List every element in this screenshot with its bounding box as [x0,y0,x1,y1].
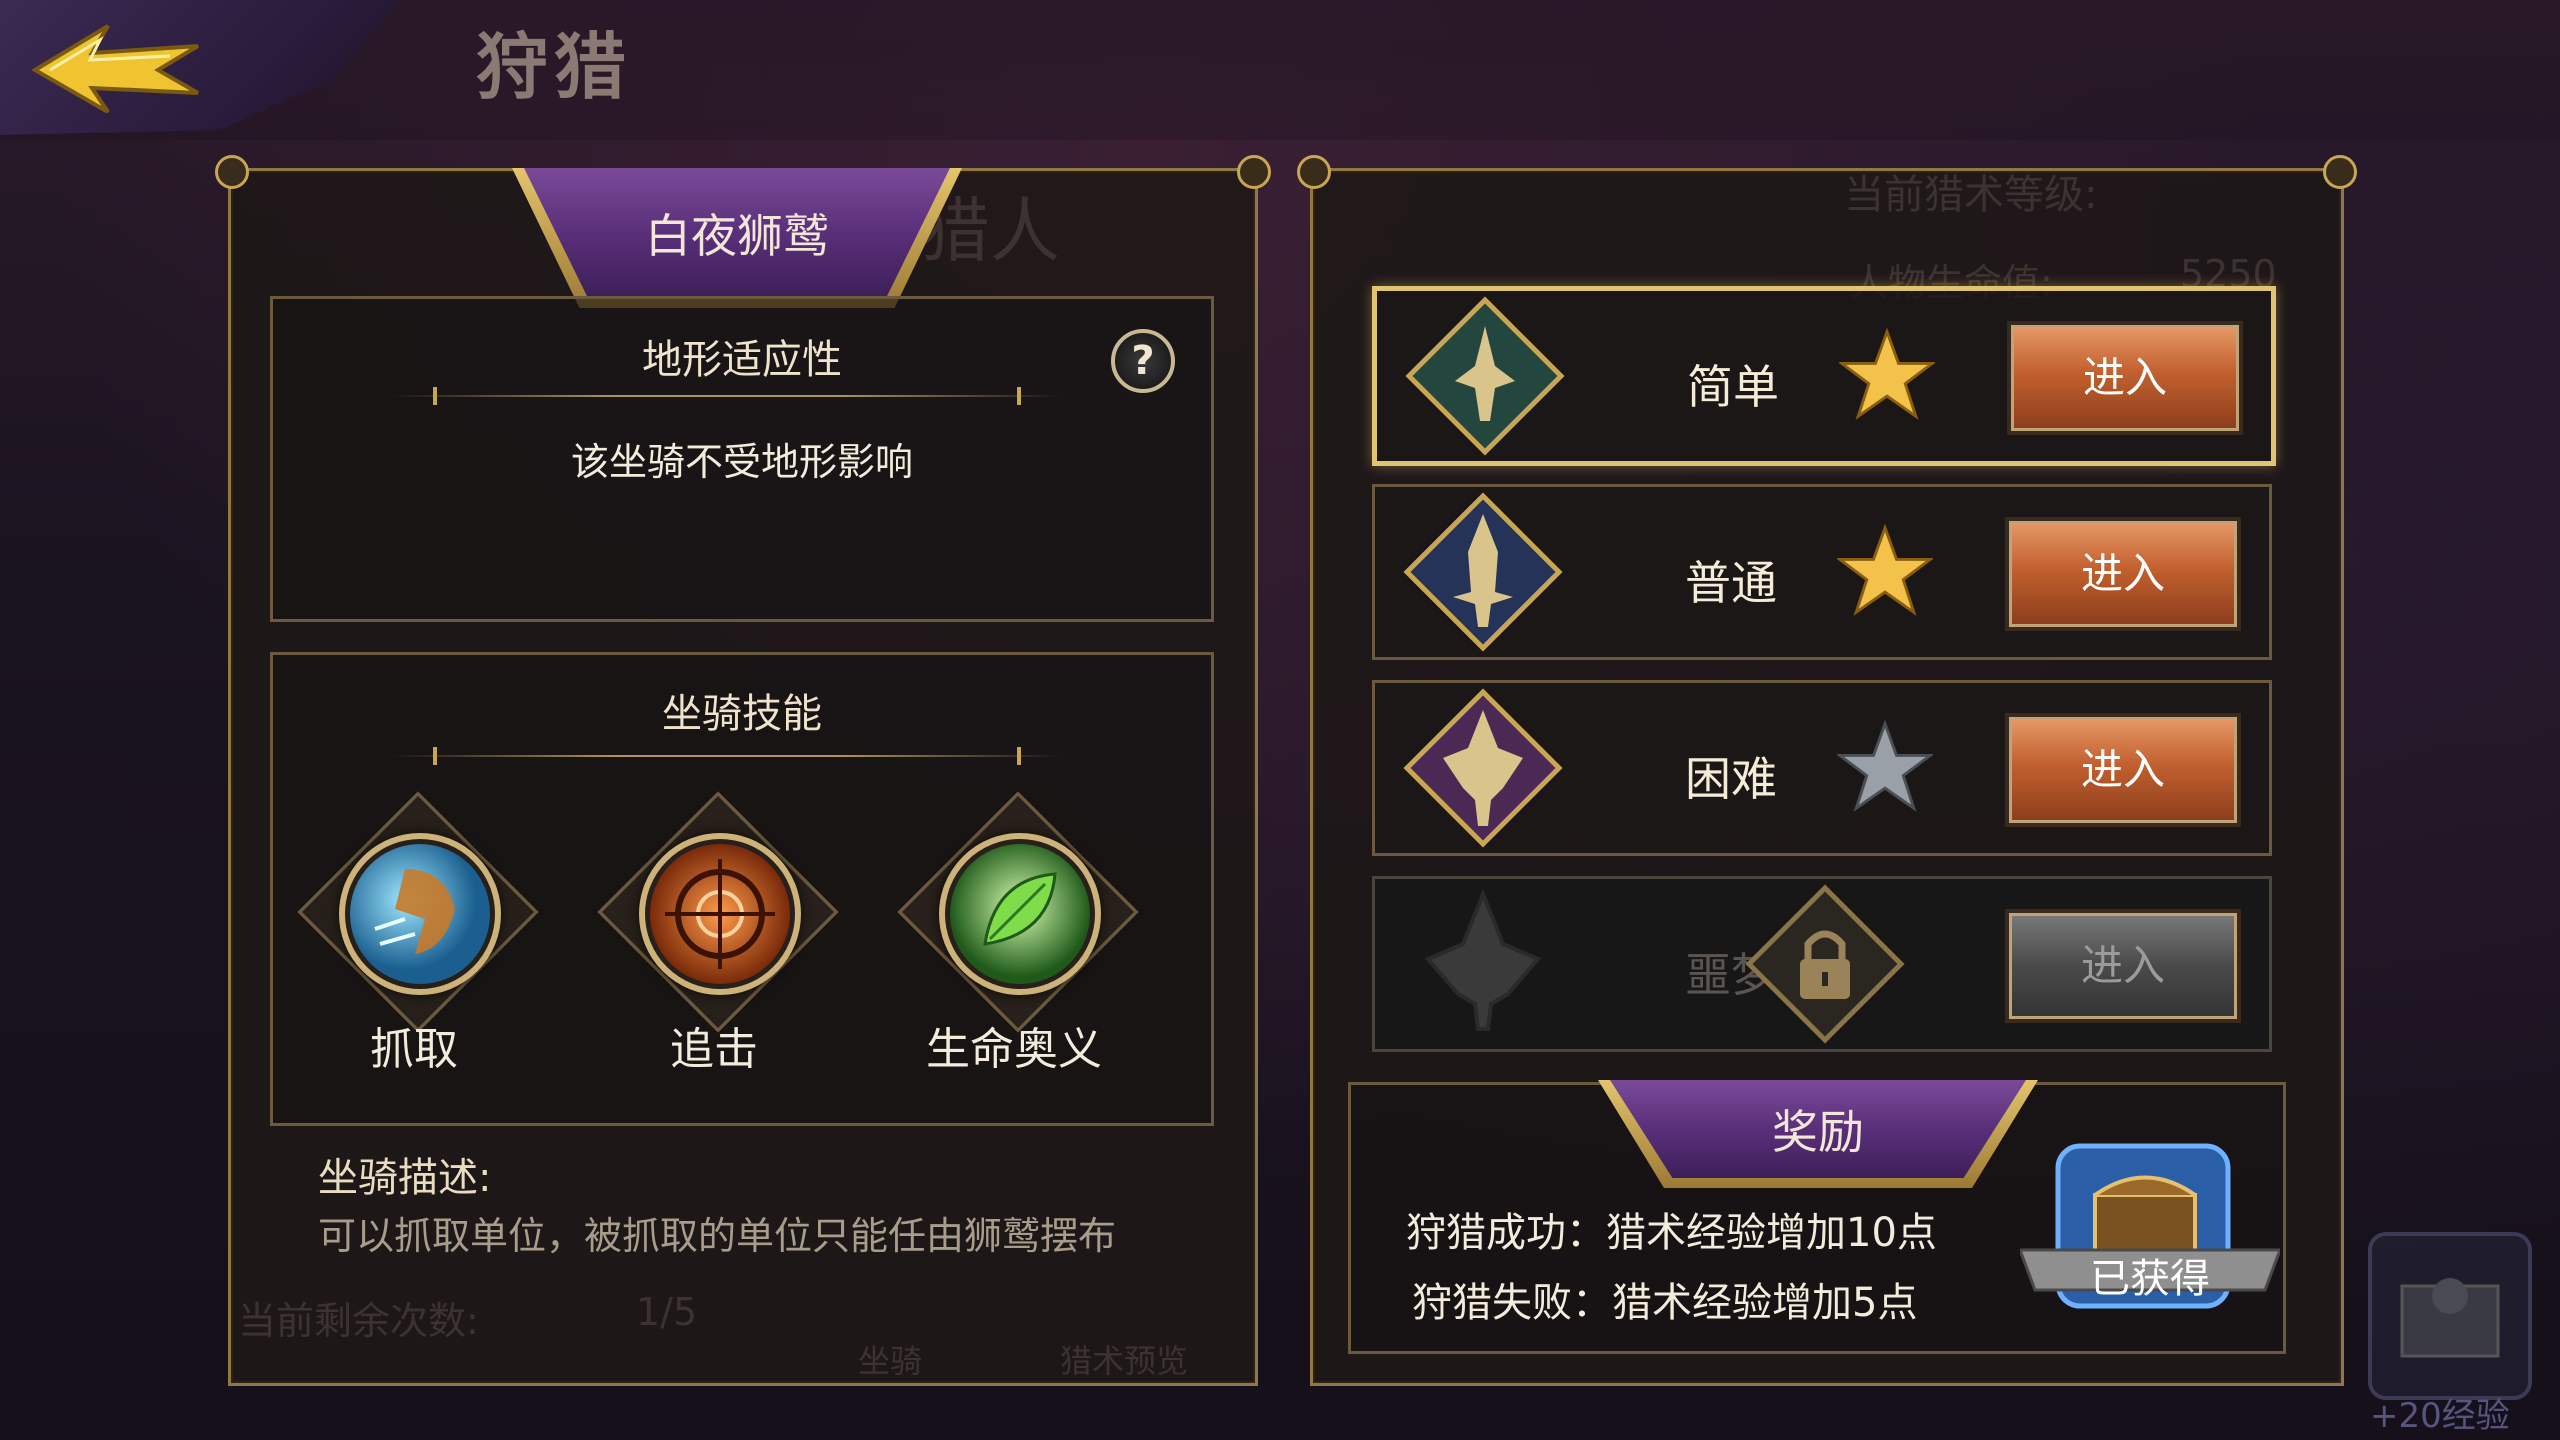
top-bar [0,0,2560,140]
divider [393,387,1061,405]
gold-star-icon [1839,327,1935,420]
description-title: 坐骑描述: [318,1155,492,1201]
hard-emblem-icon [1403,688,1563,848]
difficulty-row-nightmare: 噩梦 进入 [1372,876,2272,1052]
enter-button[interactable]: 进入 [2007,321,2243,435]
corner-ornament [2323,155,2357,189]
skill-label: 追击 [670,1024,758,1075]
difficulty-row-normal[interactable]: 普通 进入 [1372,484,2272,660]
lock-icon [1745,884,1905,1044]
description-text: 可以抓取单位，被抓取的单位只能任由狮鹫摆布 [318,1214,1117,1258]
tab-hunt-preview[interactable]: 猎术预览 [1060,1336,1188,1382]
corner-ornament [1237,155,1271,189]
gold-star-icon [1837,523,1933,616]
mount-name: 白夜狮鹫 [645,209,829,263]
corner-ornament [1297,155,1331,189]
difficulty-row-easy[interactable]: 简单 进入 [1372,286,2276,466]
nightmare-emblem-icon [1424,888,1542,1031]
skill-grab[interactable]: 抓取 [294,791,539,1075]
difficulty-label: 普通 [1685,556,1777,610]
divider [393,747,1061,765]
corner-item-frame[interactable] [2368,1232,2532,1400]
enter-button-disabled: 进入 [2005,909,2241,1023]
bg-hunt-level: 当前猎术等级: [1844,172,2098,218]
obtained-badge: 已获得 [2017,1140,2283,1320]
skill-label: 抓取 [370,1024,458,1075]
corner-ornament [215,155,249,189]
normal-emblem-icon [1403,492,1563,652]
gray-star-icon [1837,719,1933,812]
badge-label: 已获得 [2090,1256,2210,1302]
remaining-label: 当前剩余次数: [238,1299,479,1343]
page-title: 狩猎 [476,25,633,109]
reward-title: 奖励 [1772,1105,1864,1159]
grab-skill-icon[interactable] [339,833,501,995]
difficulty-label: 简单 [1687,360,1779,414]
target-skill-icon[interactable] [639,833,801,995]
help-button[interactable]: ? [1111,329,1175,393]
enter-button[interactable]: 进入 [2005,713,2241,827]
skill-label: 生命奥义 [926,1024,1102,1075]
back-arrow-icon[interactable] [30,18,200,113]
skill-chase[interactable]: 追击 [594,791,839,1075]
difficulty-row-hard[interactable]: 困难 进入 [1372,680,2272,856]
exp-text: +20经验 [2370,1396,2510,1436]
terrain-title: 地形适应性 [642,337,842,383]
leaf-skill-icon[interactable] [939,833,1101,995]
remaining-value: 1/5 [636,1290,698,1334]
terrain-text: 该坐骑不受地形影响 [570,440,913,484]
reward-banner: 奖励 [1610,1080,2026,1178]
easy-emblem-icon [1405,296,1565,456]
reward-success: 狩猎成功：猎术经验增加10点 [1406,1210,1937,1256]
difficulty-label: 困难 [1685,752,1777,806]
reward-failure: 狩猎失败：猎术经验增加5点 [1412,1280,1918,1326]
enter-button[interactable]: 进入 [2005,517,2241,631]
tab-mount[interactable]: 坐骑 [858,1336,922,1382]
skills-title: 坐骑技能 [662,691,822,737]
mount-name-banner: 白夜狮鹫 [524,168,950,298]
skill-life[interactable]: 生命奥义 [894,791,1139,1075]
terrain-box: 地形适应性 ? 该坐骑不受地形影响 [270,296,1214,622]
book-icon [2400,1278,2500,1358]
